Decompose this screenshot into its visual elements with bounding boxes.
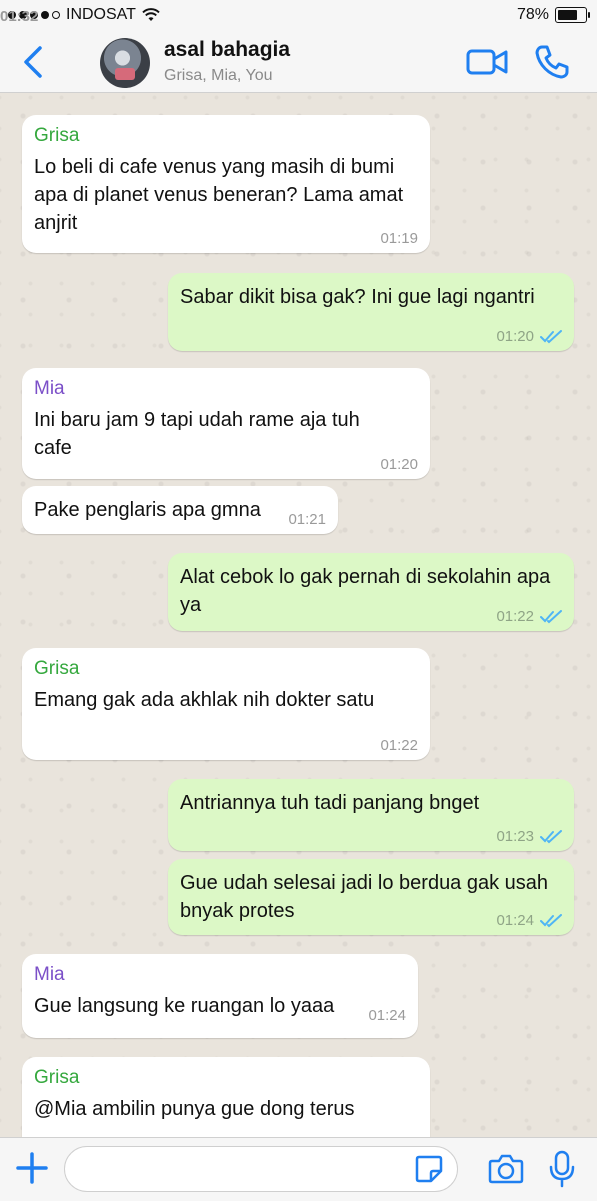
message-time: 01:21: [288, 511, 326, 528]
sender-name: Grisa: [34, 1067, 80, 1088]
message-bubble-outgoing[interactable]: Alat cebok lo gak pernah di sekolahin ap…: [168, 553, 574, 631]
battery-icon: [555, 7, 590, 23]
video-call-icon[interactable]: [466, 46, 508, 78]
message-text: @Mia ambilin punya gue dong terus: [34, 1098, 355, 1120]
message-bubble-incoming[interactable]: Mia Ini baru jam 9 tapi udah rame aja tu…: [22, 368, 430, 479]
message-bubble-incoming[interactable]: Pake penglaris apa gmna 01:21: [22, 486, 338, 534]
message-text: Lo beli di cafe venus yang masih di bumi…: [34, 156, 409, 234]
message-time: 01:24: [496, 912, 562, 929]
message-time: 01:20: [496, 328, 562, 345]
message-time: 01:23: [496, 828, 562, 845]
group-members[interactable]: Grisa, Mia, You: [164, 67, 273, 85]
message-time: 01:24: [368, 1007, 406, 1024]
chat-header: asal bahagia Grisa, Mia, You: [0, 32, 597, 93]
sender-name: Mia: [34, 378, 65, 399]
group-name[interactable]: asal bahagia: [164, 38, 290, 62]
microphone-icon[interactable]: [548, 1150, 576, 1188]
message-composer: [0, 1137, 597, 1201]
sender-name: Grisa: [34, 125, 80, 146]
double-check-icon: [540, 609, 562, 623]
message-time-label: 01:19: [380, 230, 418, 247]
message-time: 01:22: [496, 608, 562, 625]
message-bubble-incoming[interactable]: Grisa Emang gak ada akhlak nih dokter sa…: [22, 648, 430, 760]
chevron-left-icon[interactable]: [18, 42, 48, 82]
message-bubble-outgoing[interactable]: Gue udah selesai jadi lo berdua gak usah…: [168, 859, 574, 935]
message-bubble-outgoing[interactable]: Sabar dikit bisa gak? Ini gue lagi ngant…: [168, 273, 574, 351]
message-time: 01:22: [380, 737, 418, 754]
message-time-label: 01:22: [380, 737, 418, 754]
message-bubble-incoming[interactable]: Mia Gue langsung ke ruangan lo yaaa 01:2…: [22, 954, 418, 1038]
sticker-icon[interactable]: [414, 1154, 444, 1184]
group-avatar[interactable]: [100, 38, 150, 88]
message-time-label: 01:24: [496, 912, 534, 929]
message-text: Sabar dikit bisa gak? Ini gue lagi ngant…: [180, 286, 535, 308]
plus-icon[interactable]: [14, 1150, 50, 1186]
clock: 01:32: [0, 7, 39, 25]
message-time-label: 01:23: [496, 828, 534, 845]
message-text: Ini baru jam 9 tapi udah rame aja tuh ca…: [34, 409, 366, 459]
camera-icon[interactable]: [488, 1152, 524, 1186]
message-time: 01:20: [380, 456, 418, 473]
status-right: 78%: [516, 6, 590, 24]
message-time-label: 01:20: [496, 328, 534, 345]
message-bubble-incoming[interactable]: Grisa Lo beli di cafe venus yang masih d…: [22, 115, 430, 253]
message-text: Gue langsung ke ruangan lo yaaa: [34, 995, 335, 1017]
message-time-label: 01:21: [288, 511, 326, 528]
battery-fill: [558, 10, 577, 20]
avatar-detail: [115, 68, 135, 80]
message-text: Pake penglaris apa gmna: [34, 499, 261, 521]
double-check-icon: [540, 829, 562, 843]
message-bubble-outgoing[interactable]: Antriannya tuh tadi panjang bnget 01:23: [168, 779, 574, 851]
chat-area[interactable]: Grisa Lo beli di cafe venus yang masih d…: [0, 93, 597, 1137]
battery-percent: 78%: [516, 6, 549, 23]
status-bar: INDOSAT 01:32 78%: [0, 0, 597, 32]
message-bubble-incoming[interactable]: Grisa @Mia ambilin punya gue dong terus: [22, 1057, 430, 1137]
message-text: Emang gak ada akhlak nih dokter satu: [34, 689, 375, 711]
double-check-icon: [540, 329, 562, 343]
phone-call-icon[interactable]: [534, 44, 570, 80]
sender-name: Grisa: [34, 658, 80, 679]
message-time: 01:19: [380, 230, 418, 247]
message-time-label: 01:22: [496, 608, 534, 625]
message-input[interactable]: [64, 1146, 458, 1192]
message-time-label: 01:24: [368, 1007, 406, 1024]
message-text: Antriannya tuh tadi panjang bnget: [180, 792, 480, 814]
sender-name: Mia: [34, 964, 65, 985]
double-check-icon: [540, 913, 562, 927]
message-time-label: 01:20: [380, 456, 418, 473]
